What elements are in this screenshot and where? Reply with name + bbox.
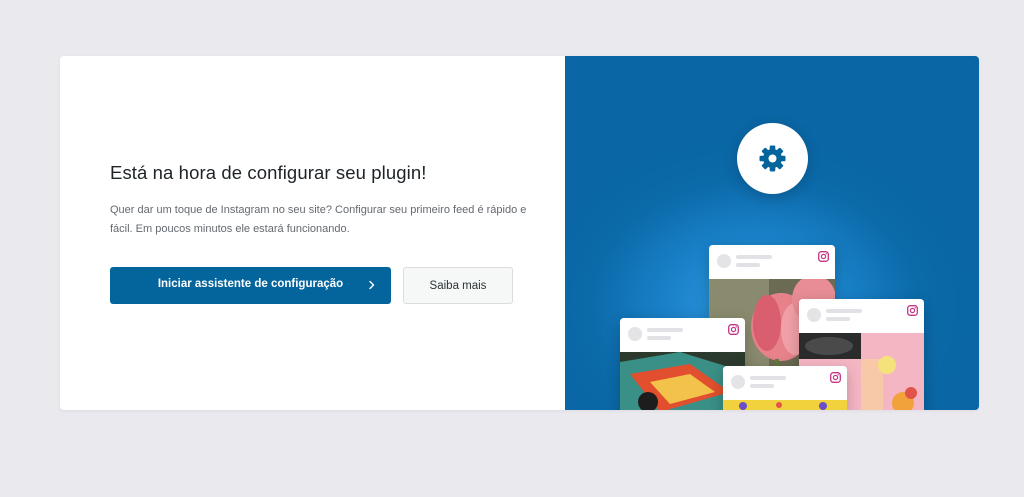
instagram-icon (728, 324, 739, 335)
gear-icon (759, 145, 786, 172)
start-setup-wizard-label: Iniciar assistente de configuração (157, 278, 344, 290)
setup-description: Quer dar um toque de Instagram no seu si… (110, 204, 527, 235)
avatar (807, 308, 821, 322)
illustration-panel (565, 56, 979, 410)
settings-badge (737, 123, 808, 194)
instagram-icon (830, 372, 841, 383)
post-header (709, 245, 835, 279)
post-photo (723, 400, 847, 410)
post-header (723, 366, 847, 400)
avatar (731, 375, 745, 389)
instagram-icon (907, 305, 918, 316)
instagram-icon (818, 251, 829, 262)
start-setup-wizard-button[interactable]: Iniciar assistente de configuração (110, 267, 391, 304)
setup-title: Está na hora de configurar seu plugin! (110, 162, 427, 183)
setup-card: Está na hora de configurar seu plugin! Q… (60, 56, 979, 410)
instagram-post-preview (723, 366, 847, 410)
post-header (620, 318, 745, 352)
setup-content: Está na hora de configurar seu plugin! Q… (60, 56, 565, 410)
avatar (628, 327, 642, 341)
chevron-right-icon (365, 277, 379, 293)
learn-more-button[interactable]: Saiba mais (403, 267, 513, 304)
avatar (717, 254, 731, 268)
post-header (799, 299, 924, 333)
